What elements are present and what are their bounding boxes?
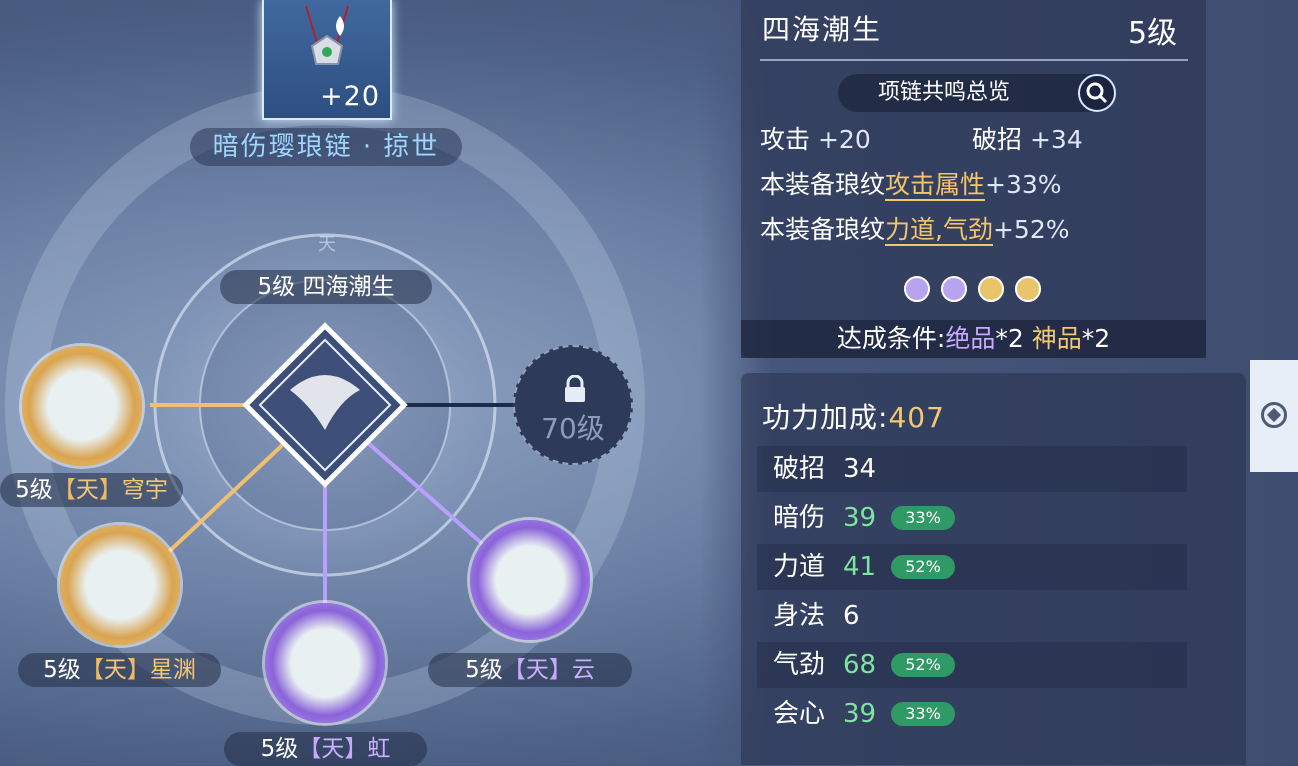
slot-grade: 天 xyxy=(525,657,549,683)
bonus-prefix: 本装备琅纹 xyxy=(760,215,886,244)
condition-bar: 达成条件:绝品*2 神品*2 xyxy=(741,320,1206,358)
stat-row: 破招 34 xyxy=(757,446,1187,492)
power-bonus: 功力加成:407 xyxy=(762,396,945,436)
slot-level: 5级 xyxy=(15,477,53,503)
attack-stat: 攻击 +20 xyxy=(760,120,871,156)
resonance-center-label: 5级 四海潮生 xyxy=(220,270,432,304)
equipment-bonus: +20 xyxy=(320,81,380,112)
power-value: 407 xyxy=(888,401,945,434)
divider xyxy=(760,59,1188,61)
stat-row: 暗伤 39 33% xyxy=(757,495,1187,541)
bracket-open: 【 xyxy=(502,657,526,683)
break-value: +34 xyxy=(1029,125,1083,154)
detail-title: 四海潮生 xyxy=(762,13,883,46)
search-icon[interactable] xyxy=(1078,74,1116,112)
bonus-value: +33% xyxy=(985,170,1062,199)
slot-level: 5级 xyxy=(43,657,81,683)
bracket-open: 【 xyxy=(52,477,76,503)
stat-percent-badge: 52% xyxy=(891,555,955,579)
rune-glyph-top: 天 xyxy=(318,234,336,255)
stat-percent-badge: 52% xyxy=(891,653,955,677)
quality-dot xyxy=(1015,276,1041,302)
stat-percent-badge: 33% xyxy=(891,702,955,726)
slot-name: 云 xyxy=(571,657,595,683)
lock-icon xyxy=(565,375,585,402)
stat-name: 力道 xyxy=(773,552,826,582)
slot-name: 穹宇 xyxy=(121,477,168,503)
break-stat: 破招 +34 xyxy=(972,120,1083,156)
slot-level: 5级 xyxy=(465,657,503,683)
bonus-line-1: 本装备琅纹攻击属性+33% xyxy=(760,165,1062,201)
slot-label-xingyuan: 5级【天】星渊 xyxy=(18,653,221,687)
condition-count-b: *2 xyxy=(1081,324,1111,353)
slot-level: 5级 xyxy=(260,736,299,762)
stat-value: 68 xyxy=(843,650,877,680)
stat-name: 破招 xyxy=(773,454,826,484)
stat-name: 气劲 xyxy=(773,650,826,680)
side-tab-button[interactable] xyxy=(1250,360,1298,472)
quality-dot xyxy=(978,276,1004,302)
stat-row: 力道 41 52% xyxy=(757,544,1187,590)
stat-percent-badge: 33% xyxy=(891,506,955,530)
stat-row: 会心 39 33% xyxy=(757,691,1187,737)
quality-dot xyxy=(941,276,967,302)
slot-grade: 天 xyxy=(75,477,99,503)
stat-name: 暗伤 xyxy=(773,503,826,533)
bracket-open: 【 xyxy=(298,736,322,762)
bonus-prefix: 本装备琅纹 xyxy=(760,170,886,199)
bracket-close: 】 xyxy=(126,657,150,683)
rune-slot-yun[interactable] xyxy=(470,520,590,640)
compass-icon xyxy=(1261,402,1287,428)
condition-grade-a: 绝品 xyxy=(945,324,996,353)
equipment-name: 暗伤璎琅链 · 掠世 xyxy=(190,128,462,166)
stat-value: 41 xyxy=(843,552,877,582)
overview-button[interactable]: 项链共鸣总览 xyxy=(838,74,1116,112)
stat-name: 会心 xyxy=(773,699,826,729)
slot-label-hong: 5级【天】虹 xyxy=(224,732,427,766)
stat-value: 6 xyxy=(843,601,860,631)
attack-label: 攻击 xyxy=(760,125,811,154)
stat-value: 34 xyxy=(843,454,877,484)
condition-label: 达成条件: xyxy=(836,324,946,353)
slot-name: 虹 xyxy=(367,736,391,762)
quality-dot xyxy=(904,276,930,302)
bonus-line-2: 本装备琅纹力道,气劲+52% xyxy=(760,210,1069,246)
slot-grade: 天 xyxy=(103,657,127,683)
bracket-close: 】 xyxy=(344,736,368,762)
stat-value: 39 xyxy=(843,699,877,729)
rune-slot-xingyuan[interactable] xyxy=(60,525,180,645)
bonus-attribute: 攻击属性 xyxy=(885,170,986,201)
stat-value: 39 xyxy=(843,503,877,533)
condition-count-a: *2 xyxy=(995,324,1024,353)
bracket-close: 】 xyxy=(98,477,122,503)
detail-level: 5级 xyxy=(1128,16,1178,51)
condition-grade-b: 神品 xyxy=(1031,324,1082,353)
slot-grade: 天 xyxy=(321,736,345,762)
slot-name: 星渊 xyxy=(149,657,196,683)
stat-row: 气劲 68 52% xyxy=(757,642,1187,688)
attack-value: +20 xyxy=(817,125,871,154)
rune-slot-hong[interactable] xyxy=(265,603,385,723)
rune-slot-qiongyu[interactable] xyxy=(22,346,142,466)
bonus-value: +52% xyxy=(992,215,1070,244)
necklace-icon xyxy=(305,6,349,65)
stat-name: 身法 xyxy=(773,601,826,631)
power-label: 功力加成: xyxy=(762,401,889,434)
locked-level: 70级 xyxy=(541,412,605,445)
overview-button-label: 项链共鸣总览 xyxy=(878,80,1011,105)
equipment-card[interactable]: +20 xyxy=(262,0,392,120)
stat-row: 身法 6 xyxy=(757,593,1187,639)
slot-label-qiongyu: 5级【天】穹宇 xyxy=(0,473,183,507)
bracket-close: 】 xyxy=(548,657,572,683)
slot-label-yun: 5级【天】云 xyxy=(428,653,632,687)
bracket-open: 【 xyxy=(80,657,104,683)
bonus-attribute: 力道,气劲 xyxy=(885,215,993,246)
break-label: 破招 xyxy=(972,125,1023,154)
locked-slot[interactable]: 70级 xyxy=(513,345,633,465)
